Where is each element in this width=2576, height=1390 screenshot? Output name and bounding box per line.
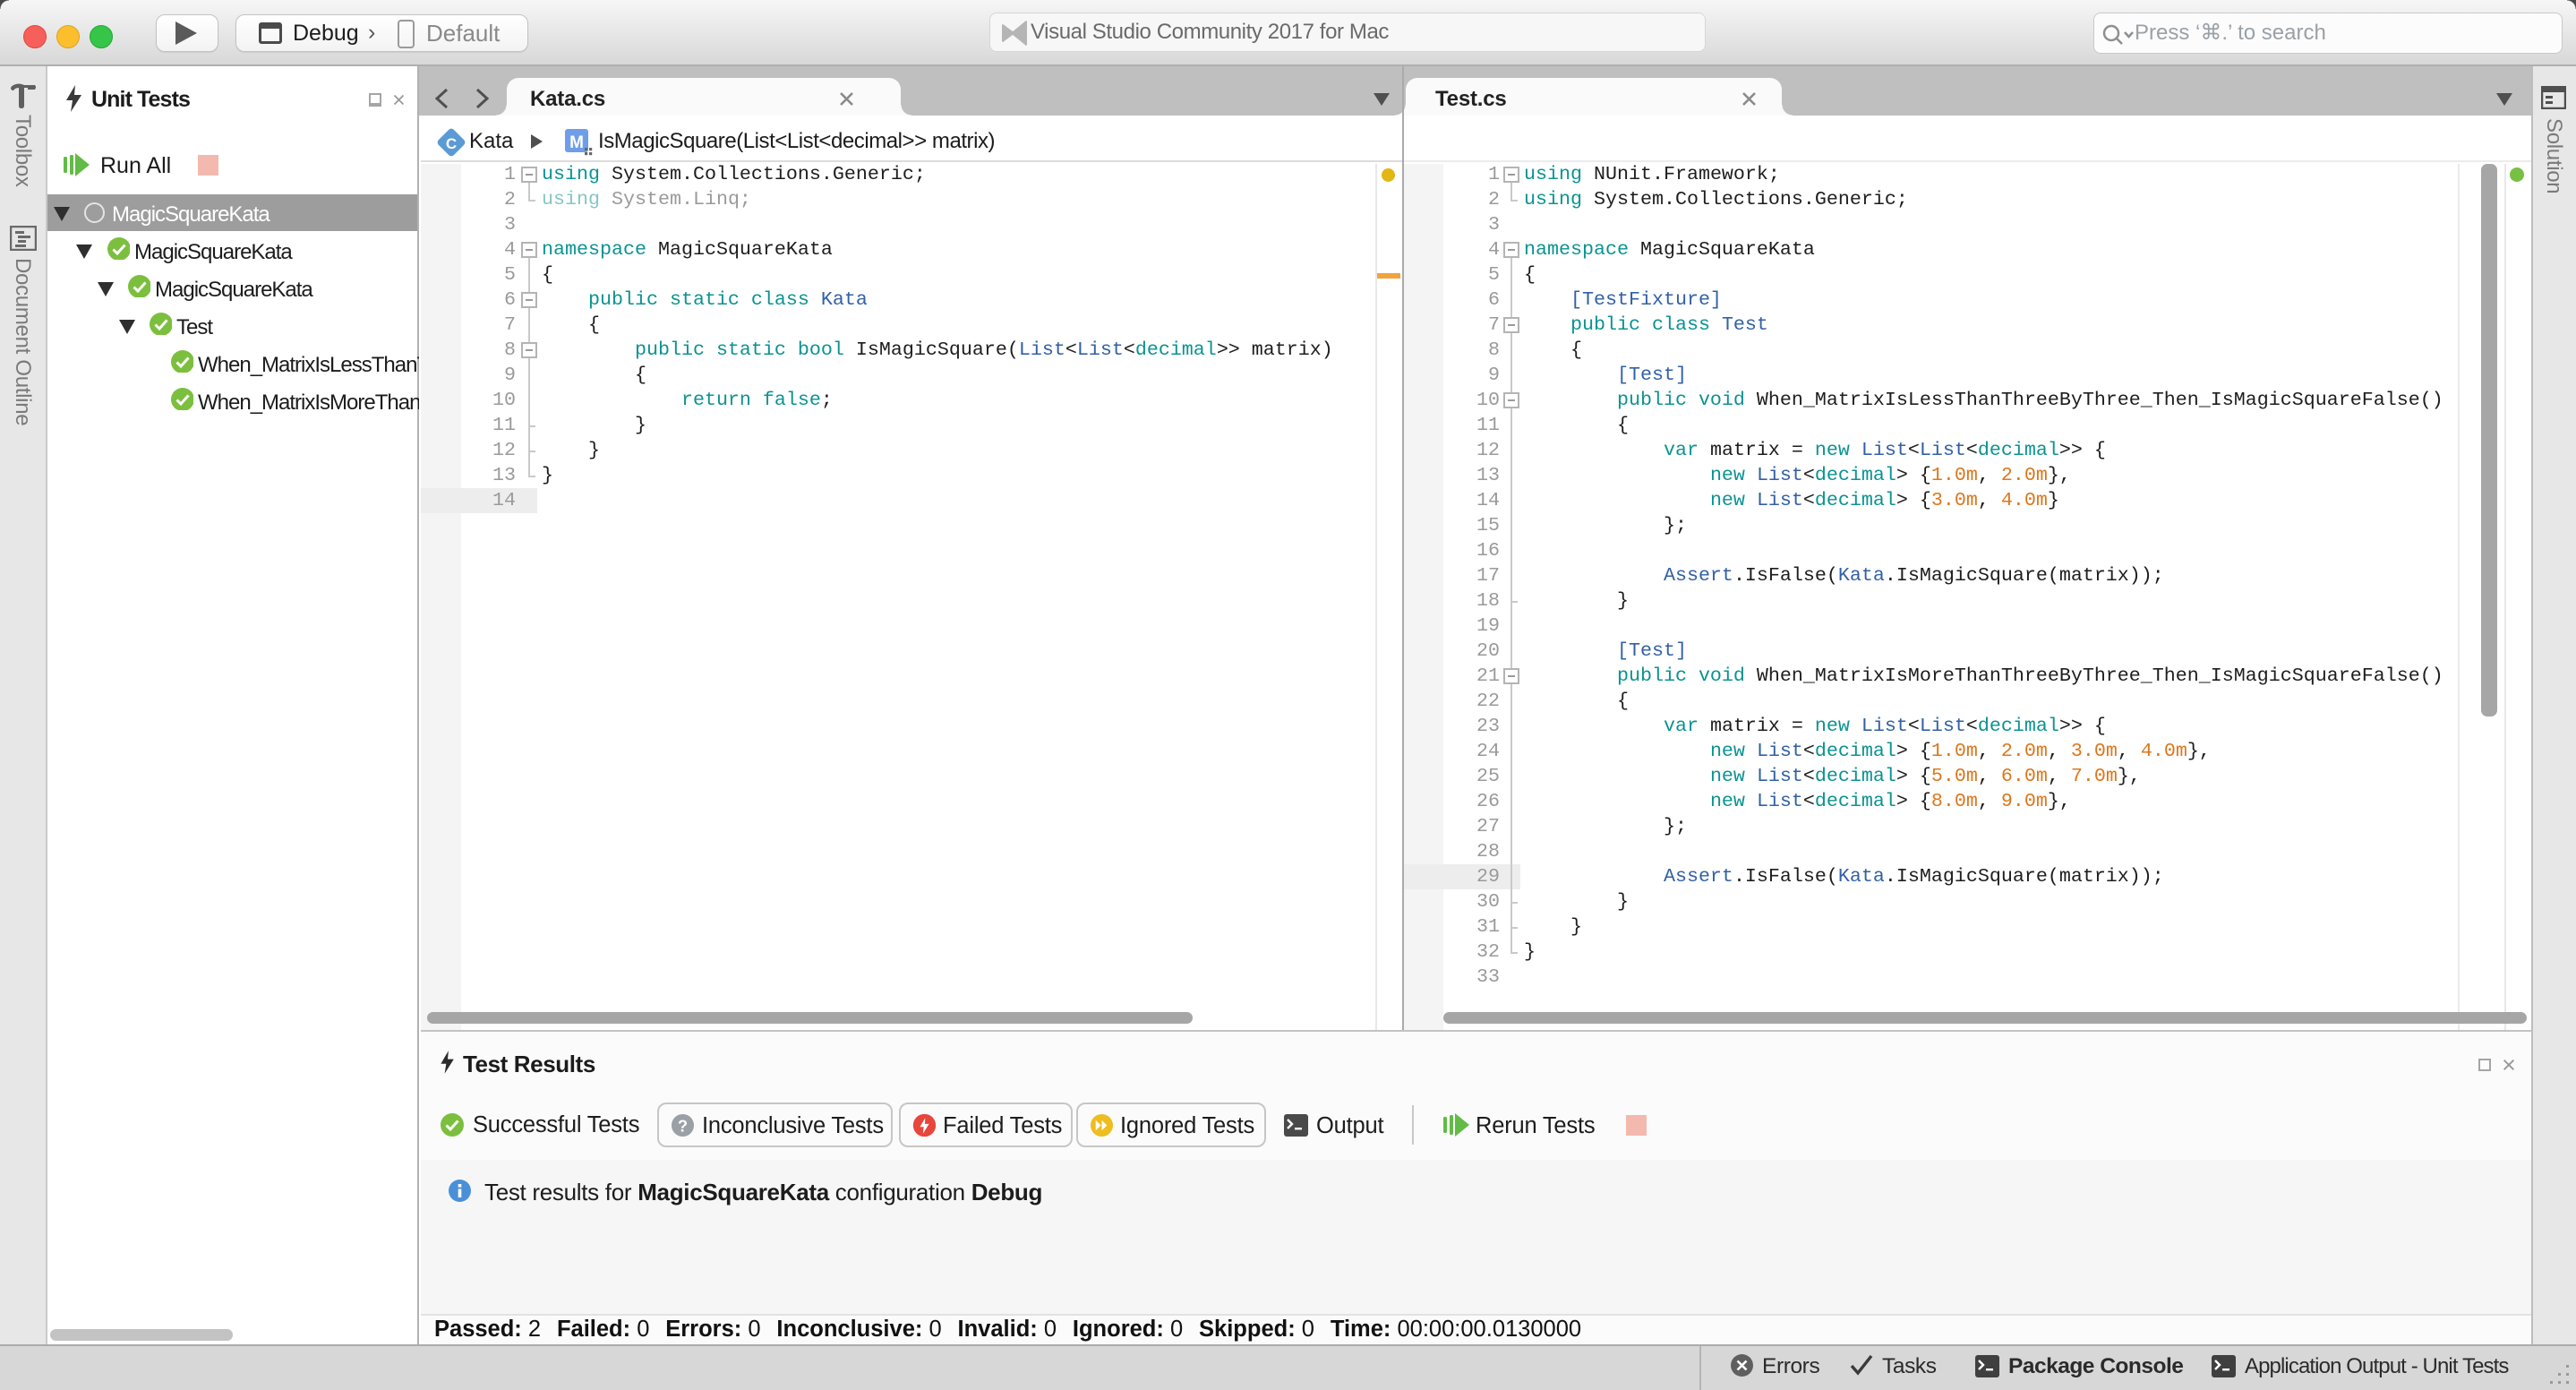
svg-text:C: C (446, 135, 457, 152)
svg-text:M: M (569, 133, 584, 152)
svg-text:?: ? (678, 1116, 688, 1135)
